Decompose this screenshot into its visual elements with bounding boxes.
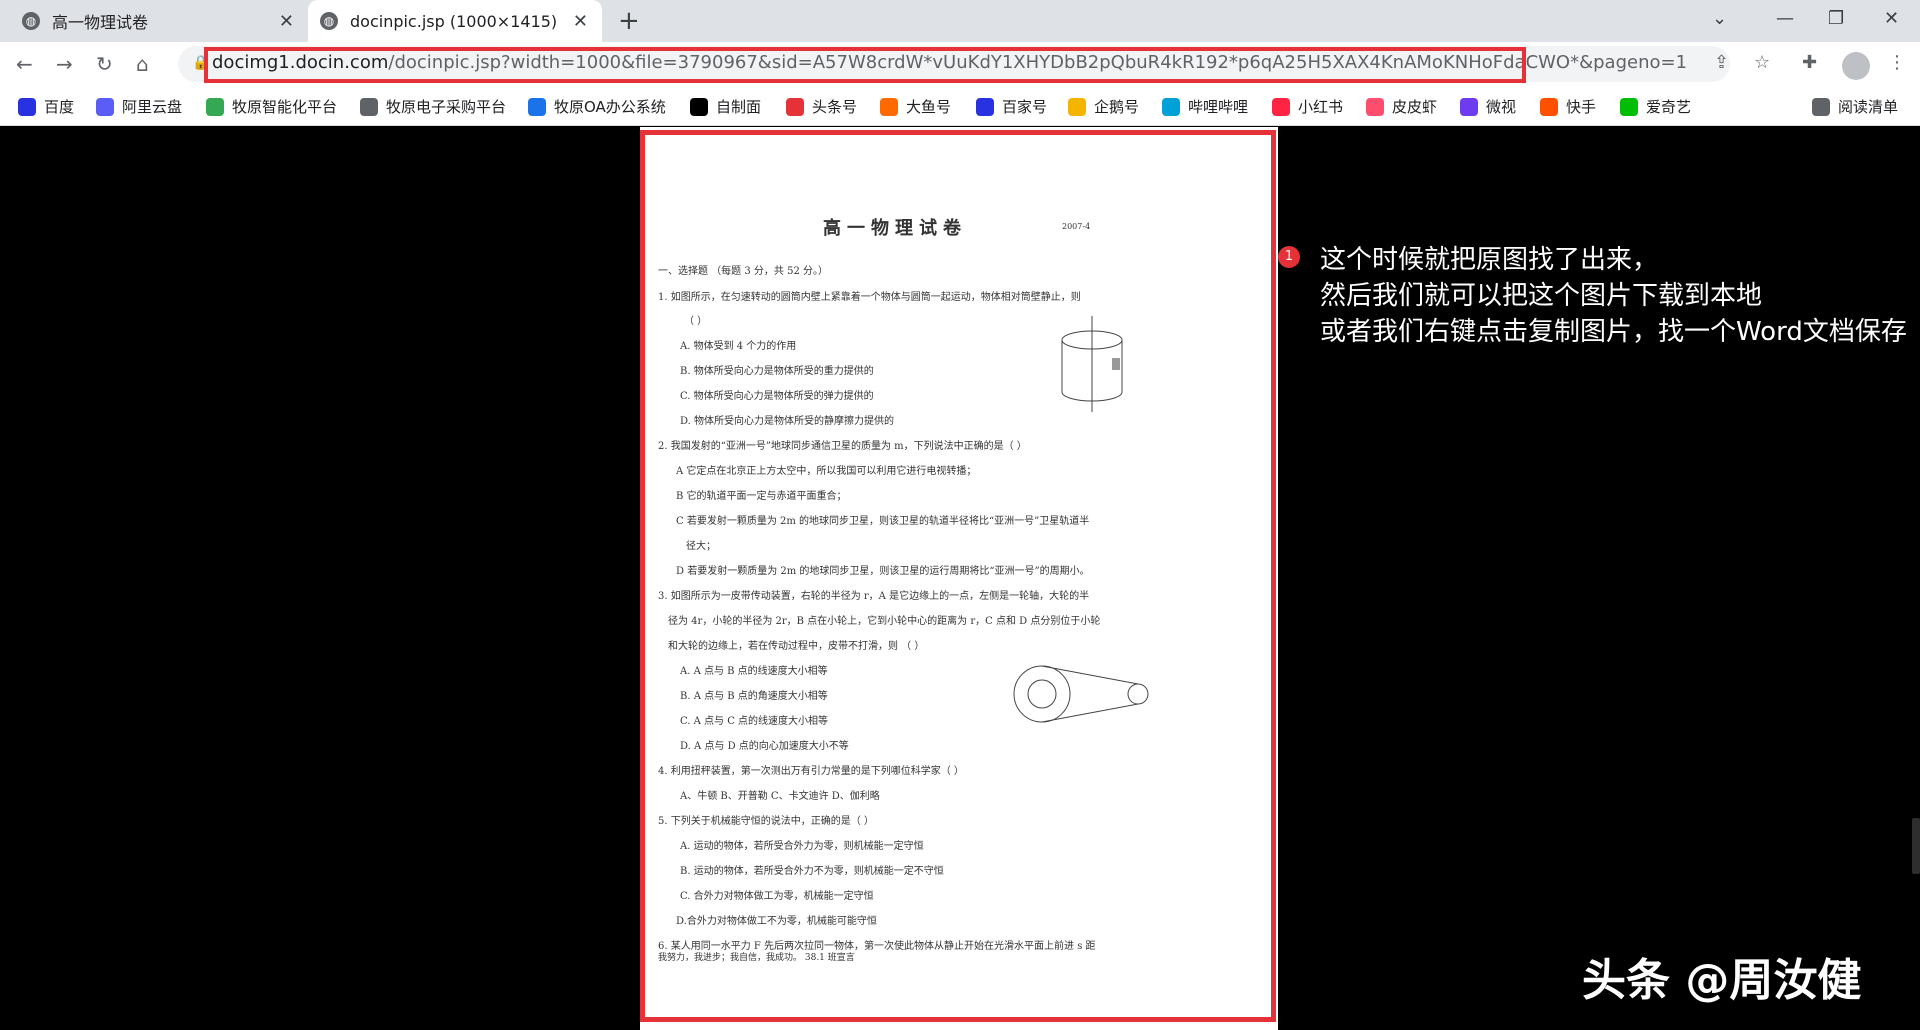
bookmark-icon	[96, 97, 114, 116]
bookmark-dayu[interactable]: 大鱼号	[880, 96, 951, 117]
bookmark-label: 哔哩哔哩	[1188, 98, 1249, 116]
annotation-line: 然后我们就可以把这个图片下载到本地	[1320, 281, 1763, 311]
bookmark-label: 牧原智能化平台	[232, 98, 338, 116]
reload-button[interactable]: ↻	[96, 52, 113, 76]
bookmark-xiaohongshu[interactable]: 小红书	[1272, 96, 1343, 117]
bookmark-label: 牧原OA办公系统	[554, 98, 666, 116]
forward-button[interactable]: →	[56, 52, 73, 76]
side-handle[interactable]	[1912, 818, 1920, 874]
bookmark-label: 百度	[44, 98, 75, 116]
chevron-down-icon[interactable]: ⌄	[1712, 8, 1727, 29]
bookmark-muyuan-oa[interactable]: 牧原OA办公系统	[528, 96, 666, 117]
bookmark-label: 爱奇艺	[1646, 98, 1692, 116]
bookmark-label: 小红书	[1298, 98, 1344, 116]
avatar[interactable]	[1842, 52, 1870, 80]
bookmark-iqiyi[interactable]: 爱奇艺	[1620, 96, 1691, 117]
tab-docinpic[interactable]: ◍ docinpic.jsp (1000×1415) ✕	[308, 0, 602, 42]
bookmark-icon	[528, 97, 546, 116]
globe-icon: ◍	[320, 12, 338, 30]
bookmark-icon	[1068, 97, 1086, 116]
bookmark-icon	[690, 97, 708, 116]
bookmark-muyuan-ai[interactable]: 牧原智能化平台	[206, 96, 337, 117]
bookmark-label: 微视	[1486, 98, 1517, 116]
step-marker: 1	[1278, 246, 1300, 268]
bookmark-label: 企鹅号	[1094, 98, 1140, 116]
watermark: 头条 @周汝健	[1582, 955, 1862, 1006]
bookmark-qie[interactable]: 企鹅号	[1068, 96, 1139, 117]
page-highlight-box	[640, 130, 1276, 1022]
bookmark-aliyun[interactable]: 阿里云盘	[96, 96, 182, 117]
tab-physics-exam[interactable]: ◍ 高一物理试卷 ✕	[10, 0, 308, 42]
bookmark-toutiao[interactable]: 头条号	[786, 96, 857, 117]
bookmark-icon	[1272, 97, 1290, 116]
bookmark-baijia[interactable]: 百家号	[976, 96, 1047, 117]
bookmark-weishi[interactable]: 微视	[1460, 96, 1516, 117]
annotation-text: 这个时候就把原图找了出来， 然后我们就可以把这个图片下载到本地 或者我们右键点击…	[1320, 242, 1907, 350]
bookmark-icon	[880, 97, 898, 116]
bookmark-icon	[206, 97, 224, 116]
window-close-button[interactable]: ✕	[1884, 8, 1899, 29]
bookmark-label: 百家号	[1002, 98, 1048, 116]
close-icon[interactable]: ✕	[573, 11, 588, 32]
bookmark-icon	[1162, 97, 1180, 116]
bookmark-icon	[1366, 97, 1384, 116]
restore-button[interactable]: ❐	[1828, 8, 1844, 29]
bookmark-icon	[786, 97, 804, 116]
share-icon[interactable]: ⇪	[1714, 52, 1729, 73]
bookmark-icon	[1620, 97, 1638, 116]
tab-strip: ◍ 高一物理试卷 ✕ ◍ docinpic.jsp (1000×1415) ✕ …	[0, 0, 1920, 42]
annotation-line: 这个时候就把原图找了出来，	[1320, 245, 1659, 275]
bookmark-label: 皮皮虾	[1392, 98, 1438, 116]
reading-list[interactable]: 阅读清单	[1812, 96, 1898, 117]
bookmark-label: 大鱼号	[906, 98, 952, 116]
tab-title: 高一物理试卷	[52, 13, 149, 32]
minimize-button[interactable]: —	[1776, 8, 1794, 29]
bookmark-label: 阿里云盘	[122, 98, 183, 116]
bookmark-baidu[interactable]: 百度	[18, 96, 74, 117]
reading-list-icon	[1812, 97, 1830, 116]
bookmarks-bar: 百度 阿里云盘 牧原智能化平台 牧原电子采购平台 牧原OA办公系统 自制面 头条…	[0, 86, 1920, 126]
bookmark-icon	[976, 97, 994, 116]
menu-icon[interactable]: ⋮	[1888, 52, 1906, 73]
home-button[interactable]: ⌂	[136, 52, 149, 76]
bookmark-icon	[1460, 97, 1478, 116]
bookmark-kuaishou[interactable]: 快手	[1540, 96, 1596, 117]
annotation-line: 或者我们右键点击复制图片，找一个Word文档保存	[1320, 317, 1907, 347]
bookmark-bilibili[interactable]: 哔哩哔哩	[1162, 96, 1248, 117]
tab-title: docinpic.jsp (1000×1415)	[350, 11, 558, 31]
bookmark-label: 头条号	[812, 98, 858, 116]
bookmark-muyuan-purchase[interactable]: 牧原电子采购平台	[360, 96, 506, 117]
bookmark-zizhimian[interactable]: 自制面	[690, 96, 761, 117]
bookmark-icon	[18, 97, 36, 116]
bookmark-label: 阅读清单	[1838, 98, 1899, 116]
globe-icon: ◍	[22, 12, 40, 30]
bookmark-pipixia[interactable]: 皮皮虾	[1366, 96, 1437, 117]
bookmark-icon	[1540, 97, 1558, 116]
back-button[interactable]: ←	[16, 52, 33, 76]
url-highlight-box	[204, 47, 1526, 83]
bookmark-icon	[360, 97, 378, 116]
bookmark-star-icon[interactable]: ☆	[1754, 52, 1770, 73]
extensions-icon[interactable]: ✚	[1802, 52, 1817, 73]
new-tab-button[interactable]: +	[618, 6, 640, 36]
bookmark-label: 牧原电子采购平台	[386, 98, 507, 116]
bookmark-label: 自制面	[716, 98, 762, 116]
close-icon[interactable]: ✕	[279, 11, 294, 32]
bookmark-label: 快手	[1566, 98, 1597, 116]
